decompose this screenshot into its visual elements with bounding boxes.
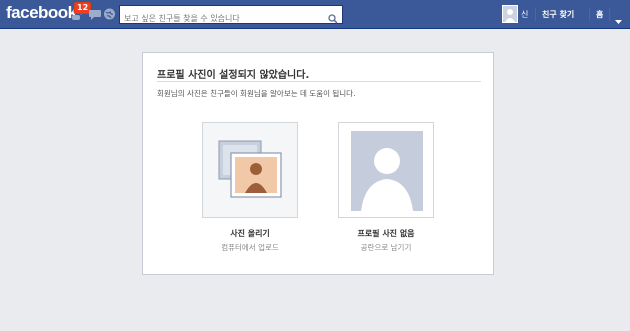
nav-divider — [535, 8, 536, 21]
no-photo-option[interactable]: 프로필 사진 없음 공란으로 남기기 — [338, 122, 434, 253]
account-dropdown-icon[interactable] — [615, 10, 622, 29]
search-icon[interactable] — [328, 9, 338, 28]
default-silhouette-icon — [351, 131, 423, 215]
photo-upload-icon — [217, 139, 285, 203]
profile-picture-dialog: 프로필 사진이 설정되지 않았습니다. 회원님의 사진은 친구들이 회원님을 알… — [142, 52, 494, 275]
messages-icon[interactable] — [89, 6, 103, 21]
nav-divider — [609, 8, 610, 21]
user-name-link[interactable]: 신 — [521, 9, 528, 20]
search-input[interactable] — [120, 10, 320, 27]
upload-photo-subtitle: 컴퓨터에서 업로드 — [221, 243, 279, 252]
upload-photo-option[interactable]: 사진 올리기 컴퓨터에서 업로드 — [202, 122, 298, 253]
notifications-globe-icon[interactable] — [103, 6, 117, 21]
search-bar[interactable] — [119, 5, 343, 27]
upload-photo-title[interactable]: 사진 올리기 — [202, 228, 298, 239]
upload-photo-tile[interactable] — [202, 122, 298, 218]
nav-divider — [589, 8, 590, 21]
no-photo-subtitle: 공란으로 남기기 — [360, 243, 412, 252]
dialog-title: 프로필 사진이 설정되지 않았습니다. — [157, 70, 310, 81]
no-photo-title[interactable]: 프로필 사진 없음 — [338, 228, 434, 239]
facebook-logo[interactable]: facebook — [6, 3, 77, 23]
no-photo-tile[interactable] — [338, 122, 434, 218]
home-link[interactable]: 홈 — [596, 9, 603, 20]
user-avatar[interactable] — [502, 5, 518, 23]
top-navigation-bar: facebook 12 보고 싶은 친구들 찾을 수 있습니다 신 친구 찾기 … — [0, 0, 630, 29]
find-friends-link[interactable]: 친구 찾기 — [542, 9, 574, 20]
dialog-divider — [157, 81, 481, 82]
dialog-description: 회원님의 사진은 친구들이 회원님을 알아보는 데 도움이 됩니다. — [157, 89, 356, 98]
